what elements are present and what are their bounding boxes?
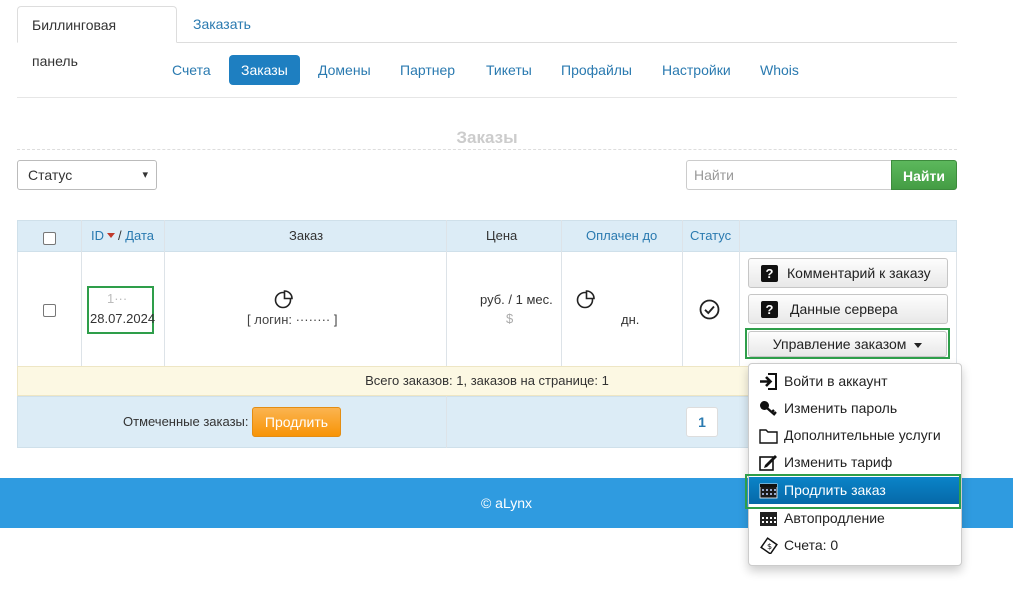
- tab-billing-panel[interactable]: Биллинговая панель: [17, 6, 177, 69]
- col-divider: [739, 252, 740, 366]
- header-paid-until[interactable]: Оплачен до: [586, 228, 657, 243]
- nav-whois[interactable]: Whois: [748, 55, 811, 85]
- menu-item-invoices[interactable]: $ Счета: 0: [749, 532, 961, 559]
- select-all-checkbox[interactable]: [43, 232, 56, 245]
- login-icon: [760, 373, 777, 390]
- manage-order-dropdown: Войти в аккаунт Изменить пароль Дополнит…: [748, 363, 962, 566]
- page-title: Заказы: [456, 128, 518, 147]
- pie-chart-icon: [274, 290, 293, 309]
- caret-down-icon: [914, 342, 923, 348]
- sort-id-link[interactable]: ID: [91, 228, 104, 243]
- col-divider: [164, 252, 165, 366]
- manage-order-button[interactable]: Управление заказом: [748, 331, 947, 357]
- check-circle-icon: [699, 299, 720, 320]
- menu-item-autorenew[interactable]: Автопродление: [749, 505, 961, 532]
- order-login: [ логин: ········ ]: [247, 312, 338, 327]
- menu-item-change-password[interactable]: Изменить пароль: [749, 395, 961, 422]
- order-price: руб. / 1 мес.: [480, 292, 553, 307]
- marked-orders-label: Отмеченные заказы:: [123, 414, 249, 429]
- status-select-value: Статус: [28, 167, 73, 183]
- menu-item-extra-services[interactable]: Дополнительные услуги: [749, 422, 961, 449]
- col-divider: [81, 252, 82, 366]
- question-icon: ?: [761, 265, 778, 282]
- nav-tickets[interactable]: Тикеты: [474, 55, 544, 85]
- tab-order[interactable]: Заказать: [179, 6, 265, 43]
- page-1-link[interactable]: 1: [686, 407, 718, 437]
- order-id[interactable]: 1···: [107, 291, 127, 306]
- header-status[interactable]: Статус: [690, 228, 731, 243]
- top-tabs: Биллинговая панель Заказать: [17, 6, 957, 69]
- order-price-alt: $: [506, 311, 514, 326]
- divider: [17, 149, 957, 150]
- edit-icon: [759, 455, 777, 471]
- col-divider: [561, 252, 562, 366]
- menu-item-change-plan[interactable]: Изменить тариф: [749, 449, 961, 476]
- renew-selected-button[interactable]: Продлить: [252, 407, 341, 437]
- calendar-icon: [760, 512, 777, 526]
- menu-item-login[interactable]: Войти в аккаунт: [749, 368, 961, 395]
- ticket-icon: $: [760, 537, 778, 554]
- nav-domains[interactable]: Домены: [306, 55, 383, 85]
- col-divider: [446, 252, 447, 366]
- paid-until-value: дн.: [621, 312, 640, 327]
- row-checkbox[interactable]: [43, 304, 56, 317]
- chevron-down-icon: ▾: [142, 169, 148, 181]
- header-id-date: ID / Дата: [91, 228, 155, 243]
- highlight-box: [745, 474, 961, 509]
- nav-orders[interactable]: Заказы: [229, 55, 300, 85]
- nav-invoices[interactable]: Счета: [160, 55, 223, 85]
- svg-text:$: $: [767, 542, 772, 551]
- col-divider: [446, 396, 447, 448]
- status-select[interactable]: Статус ▾: [17, 160, 157, 190]
- header-price: Цена: [486, 228, 518, 243]
- sort-desc-icon: [107, 233, 115, 239]
- folder-icon: [759, 429, 778, 444]
- search-button[interactable]: Найти: [891, 160, 957, 190]
- header-order: Заказ: [289, 228, 324, 243]
- pie-chart-icon: [576, 290, 595, 309]
- order-date: 28.07.2024: [90, 311, 156, 326]
- nav-settings[interactable]: Настройки: [650, 55, 743, 85]
- nav-profiles[interactable]: Профайлы: [549, 55, 644, 85]
- search-input[interactable]: Найти: [686, 160, 892, 190]
- sort-date-link[interactable]: Дата: [125, 228, 154, 243]
- col-divider: [682, 252, 683, 366]
- comment-button[interactable]: ? Комментарий к заказу: [748, 258, 948, 288]
- key-icon: [760, 401, 777, 416]
- divider: [17, 97, 957, 98]
- question-icon: ?: [761, 301, 778, 318]
- nav-partner[interactable]: Партнер: [388, 55, 467, 85]
- server-data-button[interactable]: ? Данные сервера: [748, 294, 948, 324]
